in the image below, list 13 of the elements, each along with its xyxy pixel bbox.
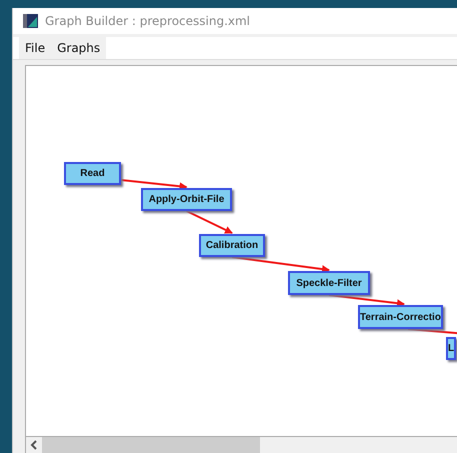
graph-node[interactable]: Speckle-Filter [288, 271, 370, 295]
graph-node[interactable]: Terrain-Correctio [358, 305, 443, 329]
graph-node[interactable]: L [446, 337, 456, 360]
graph-node[interactable]: Calibration [199, 234, 265, 257]
menu-item[interactable]: File [19, 37, 52, 59]
graph-node[interactable]: Apply-Orbit-File [141, 188, 232, 211]
window-title: Graph Builder : preprocessing.xml [45, 14, 250, 28]
app-icon [23, 13, 39, 29]
edge-arrow [186, 210, 233, 234]
graph-node[interactable]: Read [64, 162, 121, 185]
edge-arrow [120, 179, 188, 190]
menu-item[interactable]: Graphs [51, 37, 106, 59]
scrollbar-thumb[interactable] [42, 437, 260, 453]
